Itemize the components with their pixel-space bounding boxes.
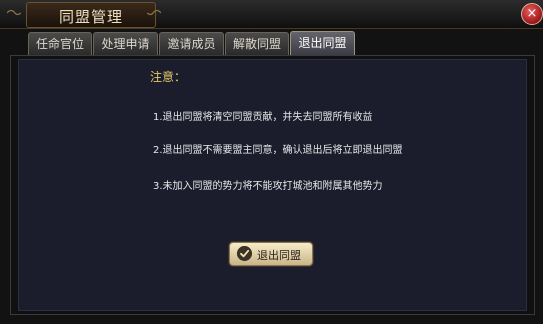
notice-title: 注意： bbox=[150, 70, 187, 84]
ornament-right-icon bbox=[147, 9, 161, 16]
quit-alliance-button[interactable]: 退出同盟 bbox=[229, 242, 313, 266]
alliance-management-window: 同盟管理 × 任命官位 处理申请 邀请成员 解散同盟 退出同盟 注意： 1.退出… bbox=[0, 0, 543, 324]
tab-label: 解散同盟 bbox=[232, 37, 281, 51]
close-icon: × bbox=[526, 6, 538, 21]
tab-label: 邀请成员 bbox=[167, 37, 216, 51]
tab-disband-alliance[interactable]: 解散同盟 bbox=[225, 32, 289, 55]
notice-item: 2.退出同盟不需要盟主同意，确认退出后将立即退出同盟 bbox=[153, 145, 403, 156]
window-title: 同盟管理 bbox=[58, 8, 123, 26]
tab-invite-members[interactable]: 邀请成员 bbox=[159, 32, 224, 55]
title-bar: 同盟管理 × bbox=[0, 0, 543, 29]
check-icon bbox=[237, 246, 252, 261]
ornament-left-icon bbox=[7, 9, 21, 16]
notice-item: 3.未加入同盟的势力将不能攻打城池和附属其他势力 bbox=[153, 181, 383, 192]
tab-appoint-officer[interactable]: 任命官位 bbox=[28, 32, 92, 55]
title-plate: 同盟管理 bbox=[26, 2, 156, 28]
tab-label: 退出同盟 bbox=[298, 36, 347, 50]
tab-quit-alliance[interactable]: 退出同盟 bbox=[290, 31, 355, 55]
notice-item: 1.退出同盟将清空同盟贡献，并失去同盟所有收益 bbox=[153, 112, 373, 123]
tab-label: 任命官位 bbox=[35, 37, 84, 51]
tab-handle-applications[interactable]: 处理申请 bbox=[93, 32, 158, 55]
tab-label: 处理申请 bbox=[101, 37, 150, 51]
quit-button-label: 退出同盟 bbox=[257, 249, 301, 262]
close-button[interactable]: × bbox=[521, 3, 543, 25]
